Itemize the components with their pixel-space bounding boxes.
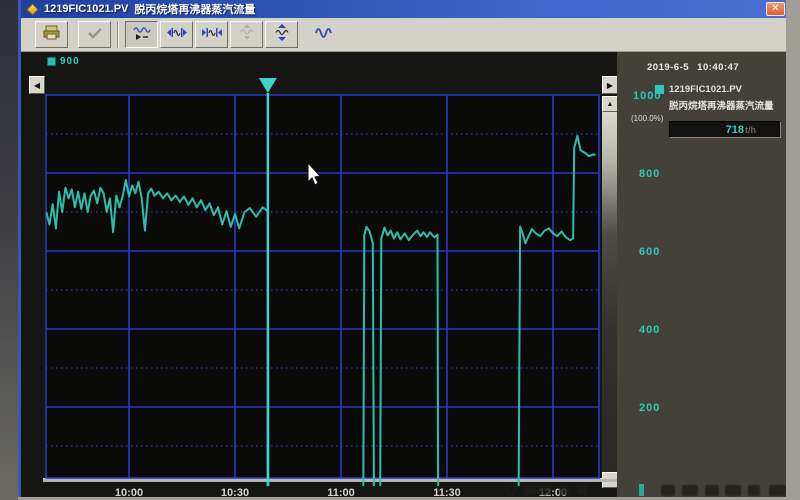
- trend-play-icon: [133, 25, 151, 45]
- checkmark-icon: [87, 26, 103, 44]
- confirm-button[interactable]: [78, 21, 111, 48]
- wave-arrows-out-icon: [202, 26, 222, 44]
- legend-tag: 1219FIC1021.PV: [669, 84, 742, 95]
- close-button[interactable]: ✕: [766, 2, 785, 16]
- x-axis-tick: 11:00: [321, 487, 361, 497]
- legend-description: 脱丙烷塔再沸器蒸汽流量: [669, 98, 786, 112]
- y-axis-percent-label: (100.0%): [631, 114, 663, 123]
- cursor-time: 10:40:47: [697, 62, 739, 73]
- printer-icon: [43, 25, 60, 45]
- plot-region: 900 ◀ ▶ ▲ ▼ 10:0010:3011:0011:3012:00: [21, 52, 617, 497]
- print-button[interactable]: [35, 21, 68, 48]
- legend-row[interactable]: 1219FIC1021.PV: [655, 84, 742, 95]
- x-axis-tick: 10:30: [215, 487, 255, 497]
- title-tag: 1219FIC1021.PV: [44, 3, 128, 15]
- title-description: 脱丙烷塔再沸器蒸汽流量: [134, 1, 255, 17]
- compress-value-button: [230, 21, 263, 48]
- side-panel: 1000800600400200 (100.0%) 2019-6-5 10:40…: [617, 52, 786, 497]
- y-axis-tick: 600: [639, 246, 683, 258]
- wave-arrows-updown-icon: [274, 24, 290, 46]
- wave-arrows-vertical-icon: [239, 24, 255, 45]
- current-value-box: 718 t/h: [669, 121, 781, 138]
- toolbar: [21, 18, 786, 52]
- current-value: 718: [726, 124, 744, 136]
- x-axis-tick: 11:30: [427, 487, 467, 497]
- cursor-timestamp: 2019-6-5 10:40:47: [647, 62, 739, 73]
- x-axis-tick: 10:00: [109, 487, 149, 497]
- app-diamond-icon: [26, 3, 39, 16]
- expand-time-button[interactable]: [195, 21, 228, 48]
- photo-margin: [0, 0, 18, 500]
- cursor-date: 2019-6-5: [647, 62, 689, 73]
- y-axis-tick: 800: [639, 168, 683, 180]
- y-axis-tick: 400: [639, 324, 683, 336]
- legend-color-swatch: [655, 85, 664, 94]
- toolbar-separator: [117, 22, 119, 48]
- current-value-unit: t/h: [745, 125, 756, 135]
- sine-wave-icon: [315, 26, 335, 44]
- wave-arrows-in-icon: [167, 26, 187, 44]
- title-bar[interactable]: 1219FIC1021.PV 脱丙烷塔再沸器蒸汽流量 ✕: [21, 0, 786, 18]
- curve-style-button[interactable]: [308, 21, 341, 48]
- expand-value-button[interactable]: [265, 21, 298, 48]
- run-trend-button[interactable]: [125, 21, 158, 48]
- y-axis-tick: 200: [639, 402, 683, 414]
- trend-window: 1219FIC1021.PV 脱丙烷塔再沸器蒸汽流量 ✕: [18, 0, 786, 497]
- trend-chart: [21, 52, 617, 497]
- trend-cursor-handle[interactable]: [259, 78, 277, 93]
- compress-time-button[interactable]: [160, 21, 193, 48]
- close-icon: ✕: [771, 3, 779, 14]
